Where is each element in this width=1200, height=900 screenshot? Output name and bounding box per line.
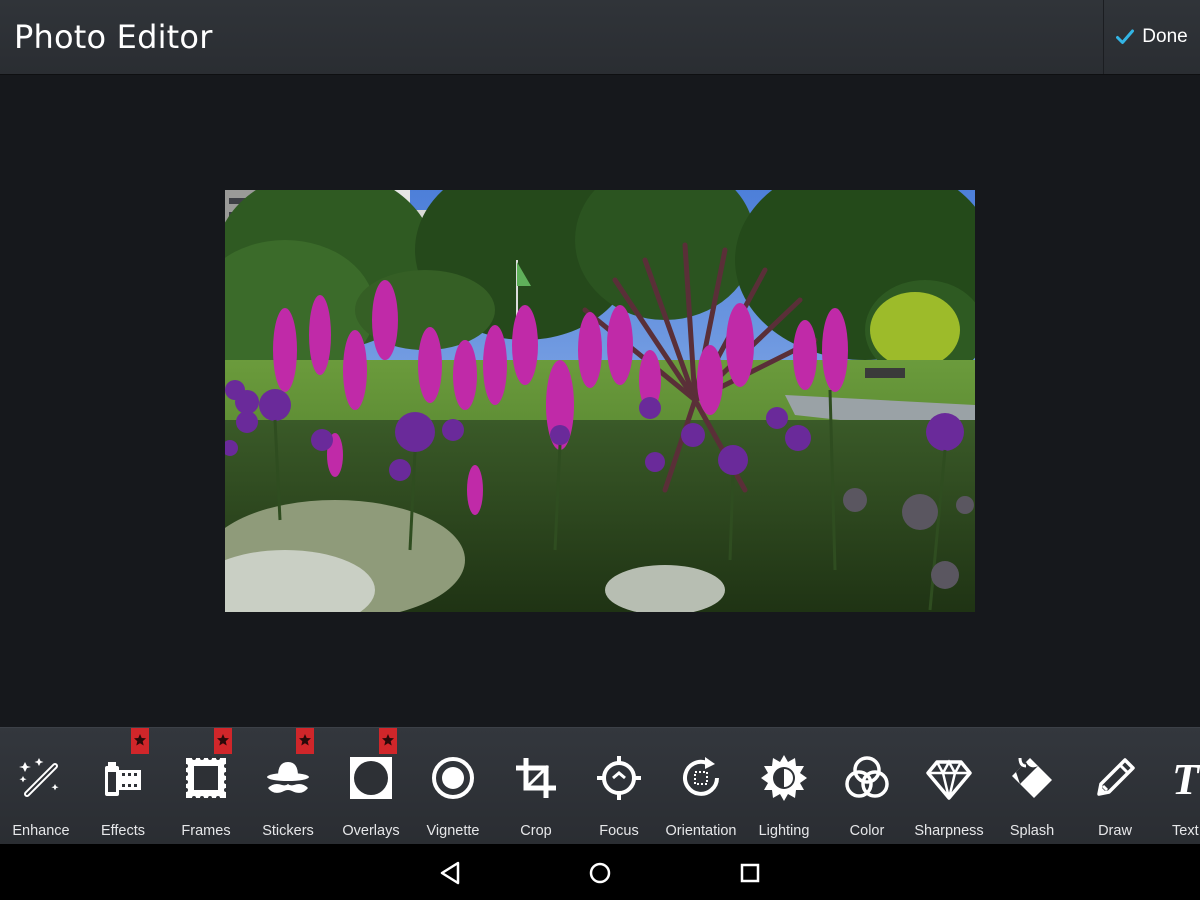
premium-badge: [296, 728, 314, 754]
color-circles-icon: [845, 756, 889, 798]
system-nav-bar: [0, 844, 1200, 900]
back-icon[interactable]: [436, 858, 466, 888]
tool-splash[interactable]: Splash: [991, 728, 1073, 845]
star-icon: [217, 734, 229, 746]
checkmark-icon: [1116, 29, 1135, 44]
action-bar: Photo Editor Done: [0, 0, 1200, 75]
crop-icon: [516, 758, 556, 798]
vignette-icon: [432, 757, 474, 799]
recents-icon[interactable]: [735, 858, 765, 888]
photo-preview[interactable]: [225, 190, 975, 612]
tool-sharpness[interactable]: Sharpness: [908, 728, 990, 845]
tool-lighting[interactable]: Lighting: [743, 728, 825, 845]
star-icon: [382, 734, 394, 746]
magic-wand-icon: [19, 758, 59, 797]
film-icon: [105, 762, 141, 796]
frame-icon: [184, 756, 228, 800]
tool-draw[interactable]: Draw: [1074, 728, 1156, 845]
tool-effects[interactable]: Effects: [82, 728, 164, 845]
diamond-icon: [926, 759, 972, 800]
done-label: Done: [1142, 26, 1188, 47]
hat-mustache-icon: [267, 762, 309, 793]
garden-photo: [225, 190, 975, 612]
tool-frames[interactable]: Frames: [165, 728, 247, 845]
tool-color[interactable]: Color: [826, 728, 908, 845]
premium-badge: [379, 728, 397, 754]
page-title: Photo Editor: [14, 18, 213, 56]
tool-bar: Enhance Effects Frames Stickers Overlays…: [0, 727, 1200, 845]
text-icon: T: [1172, 755, 1200, 802]
tool-text[interactable]: T Text: [1152, 728, 1200, 845]
tool-stickers[interactable]: Stickers: [247, 728, 329, 845]
tool-focus[interactable]: Focus: [578, 728, 660, 845]
paint-bucket-icon: [1012, 757, 1052, 798]
tool-enhance[interactable]: Enhance: [0, 728, 82, 845]
tool-label: Text: [1172, 823, 1199, 839]
overlay-icon: [350, 757, 392, 799]
tool-orientation[interactable]: Orientation: [660, 728, 742, 845]
home-icon[interactable]: [585, 858, 615, 888]
tool-crop[interactable]: Crop: [495, 728, 577, 845]
star-icon: [299, 734, 311, 746]
rotate-icon: [683, 757, 719, 796]
premium-badge: [214, 728, 232, 754]
focus-icon: [597, 756, 641, 800]
star-icon: [134, 734, 146, 746]
sun-icon: [761, 755, 807, 801]
svg-text:T: T: [1172, 755, 1200, 802]
done-button[interactable]: Done: [1103, 0, 1200, 74]
premium-badge: [131, 728, 149, 754]
tool-label: Draw: [1098, 823, 1132, 839]
pencil-icon: [1097, 758, 1135, 796]
tool-vignette[interactable]: Vignette: [412, 728, 494, 845]
tool-overlays[interactable]: Overlays: [330, 728, 412, 845]
